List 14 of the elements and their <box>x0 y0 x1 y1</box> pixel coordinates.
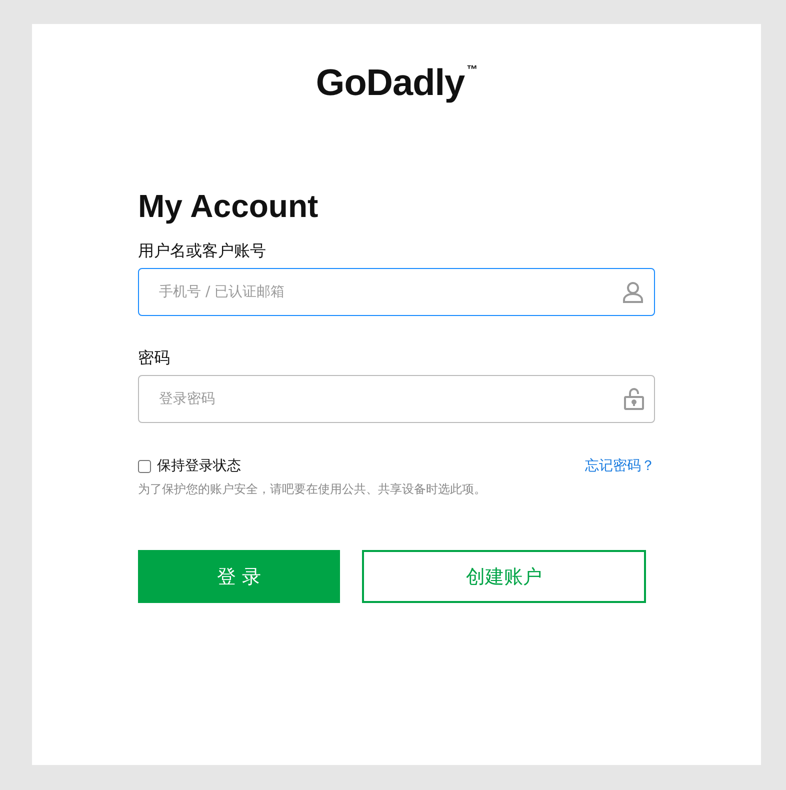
lock-icon <box>624 388 644 410</box>
field-label: 密码 <box>138 348 171 369</box>
username-field[interactable]: 手机号 / 已认证邮箱 <box>138 268 655 316</box>
forgot-password-link[interactable]: 忘记密码？ <box>585 457 655 475</box>
remember-checkbox[interactable] <box>138 460 151 472</box>
security-hint: 为了保护您的账户安全，请吧要在使用公共、共享设备时选此项。 <box>138 481 487 498</box>
user-icon <box>622 281 644 303</box>
remember-label: 保持登录状态 <box>157 457 241 475</box>
password-field[interactable]: 登录密码 <box>138 375 655 423</box>
logo: GoDadly$^{™}$ <box>316 62 478 104</box>
login-button[interactable]: 登 录 <box>138 550 340 603</box>
field-label: 用户名或客户账号 <box>138 241 267 262</box>
page-title: My Account <box>138 188 320 225</box>
create-account-button[interactable]: 创建账户 <box>362 550 646 603</box>
